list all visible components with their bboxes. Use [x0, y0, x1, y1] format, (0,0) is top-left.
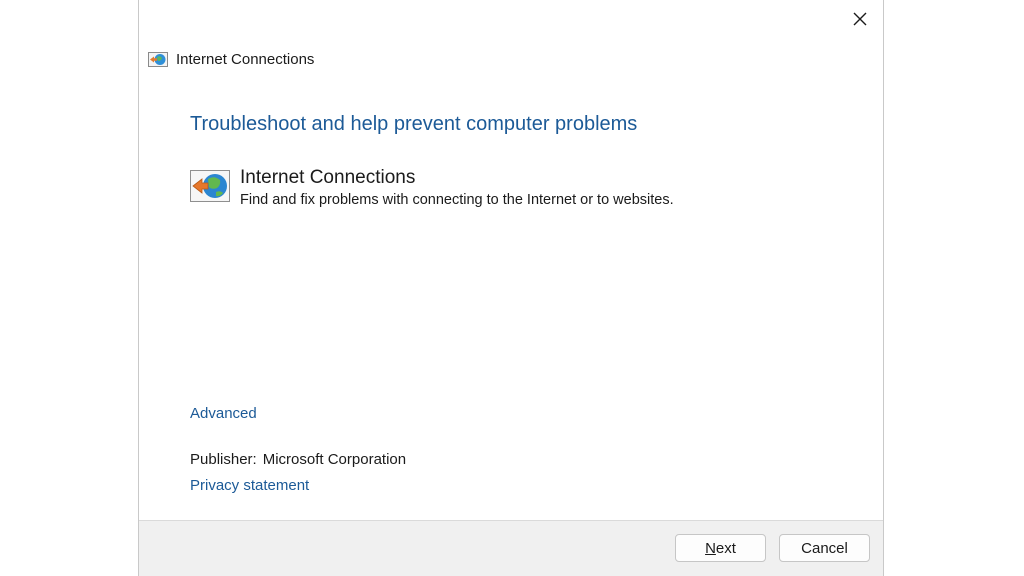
next-button-label: ext: [715, 539, 736, 557]
next-button-mnemonic: N: [705, 539, 716, 557]
internet-connections-icon: [148, 52, 168, 67]
close-button[interactable]: [843, 4, 877, 34]
troubleshooter-item-title: Internet Connections: [240, 167, 416, 188]
troubleshooter-item-internet-connections[interactable]: Internet Connections Find and fix proble…: [190, 166, 674, 210]
publisher-value: Microsoft Corporation: [262, 451, 407, 468]
troubleshooter-dialog: Internet Connections Troubleshoot and he…: [138, 0, 884, 576]
next-button[interactable]: Next: [675, 534, 766, 562]
internet-troubleshooter-icon: [190, 170, 230, 202]
dialog-footer: Next Cancel: [139, 520, 883, 576]
window-title: Internet Connections: [176, 50, 315, 68]
troubleshooter-item-description: Find and fix problems with connecting to…: [240, 192, 674, 208]
troubleshooter-item-text: Internet Connections Find and fix proble…: [240, 166, 674, 210]
publisher-label: Publisher:: [190, 451, 257, 468]
advanced-link[interactable]: Advanced: [190, 405, 257, 422]
screen: Internet Connections Troubleshoot and he…: [0, 0, 1024, 576]
publisher-info: Publisher: Microsoft Corporation: [190, 451, 406, 468]
close-icon: [853, 12, 867, 26]
privacy-statement-link[interactable]: Privacy statement: [190, 477, 309, 494]
window-title-bar: Internet Connections: [148, 50, 314, 68]
cancel-button[interactable]: Cancel: [779, 534, 870, 562]
page-heading: Troubleshoot and help prevent computer p…: [190, 113, 638, 135]
